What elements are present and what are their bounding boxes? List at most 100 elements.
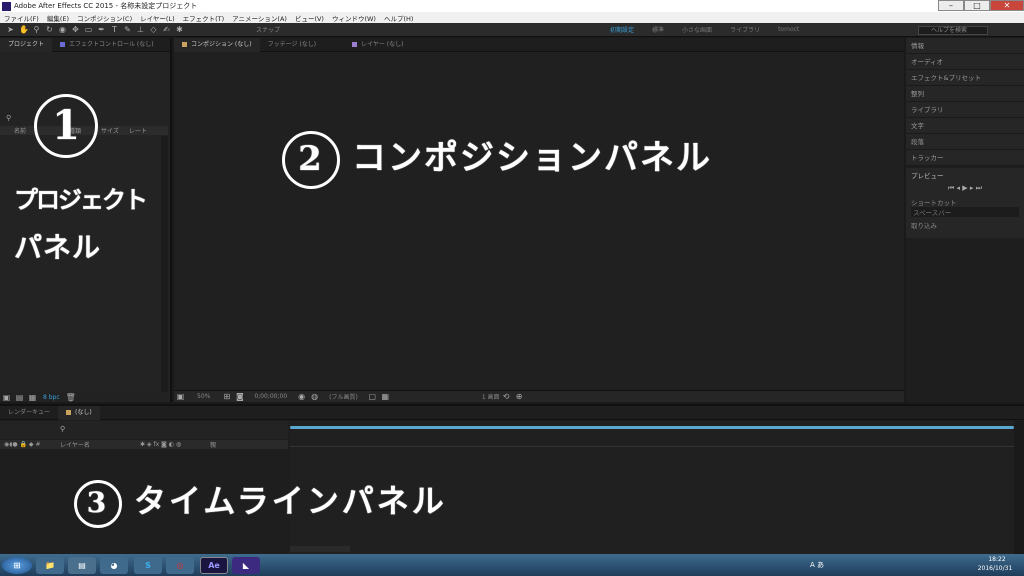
switches-header[interactable]: ✱ ◈ fx ◙ ◐ ◍ <box>140 441 210 448</box>
camera-tool-icon[interactable]: ◉ <box>58 25 67 34</box>
tab-composition[interactable]: コンポジション (なし) <box>174 37 260 52</box>
ime-indicator[interactable]: A あ <box>810 560 824 570</box>
tab-effect-controls[interactable]: エフェクトコントロール (なし) <box>52 38 162 52</box>
type-tool-icon[interactable]: T <box>110 25 119 34</box>
reset-exposure-icon[interactable]: ⟲ <box>502 392 511 401</box>
start-button-icon[interactable]: ⊞ <box>2 557 32 574</box>
3d-view-icon[interactable]: ⊕ <box>515 392 524 401</box>
panel-tracker[interactable]: トラッカー <box>906 150 1024 166</box>
menu-edit[interactable]: 編集(E) <box>43 13 73 23</box>
tab-render-queue[interactable]: レンダーキュー <box>0 406 58 420</box>
new-folder-icon[interactable]: ▤ <box>15 393 24 402</box>
tab-timeline[interactable]: (なし) <box>58 405 100 420</box>
trash-icon[interactable]: 🗑 <box>66 393 76 402</box>
brush-tool-icon[interactable]: ✎ <box>123 25 132 34</box>
zoom-tool-icon[interactable]: ⚲ <box>32 25 41 34</box>
column-rate[interactable]: レート <box>125 126 155 135</box>
clock-time[interactable]: 18:22 <box>975 556 1019 563</box>
parent-header[interactable]: 親 <box>210 440 216 449</box>
timeline-search-icon[interactable]: ⚲ <box>60 425 65 433</box>
view-layout-select[interactable]: 1 画面 <box>482 392 500 401</box>
comp-timecode[interactable]: 0;00;00;00 <box>254 393 287 400</box>
work-area-bar[interactable] <box>290 426 1014 429</box>
bpc-label[interactable]: 8 bpc <box>43 394 60 401</box>
safe-zones-icon[interactable]: ⊞ <box>222 392 231 401</box>
skype-icon[interactable]: S <box>134 557 162 574</box>
menu-composition[interactable]: コンポジション(C) <box>73 13 136 23</box>
workspace-libraries[interactable]: ライブラリ <box>730 25 760 34</box>
time-ruler[interactable] <box>290 439 1014 447</box>
menu-view[interactable]: ビュー(V) <box>291 13 328 23</box>
clock-date[interactable]: 2016/10/31 <box>970 565 1020 572</box>
workspace-custom[interactable]: tomoct <box>778 26 799 33</box>
layer-name-header[interactable]: レイヤー名 <box>60 440 140 449</box>
panel-libraries[interactable]: ライブラリ <box>906 102 1024 118</box>
camera-snapshot-icon[interactable]: ◉ <box>297 392 306 401</box>
minimize-button[interactable]: – <box>938 0 964 11</box>
puppet-tool-icon[interactable]: ✱ <box>175 25 184 34</box>
stamp-tool-icon[interactable]: ⊥ <box>136 25 145 34</box>
new-comp-icon[interactable]: ▦ <box>28 393 37 402</box>
column-size[interactable]: サイズ <box>95 126 125 135</box>
chrome-icon[interactable]: ◕ <box>100 557 128 574</box>
menu-file[interactable]: ファイル(F) <box>0 13 43 23</box>
workspace-default[interactable]: 初期設定 <box>610 25 634 34</box>
search-icon[interactable]: ⚲ <box>6 114 11 122</box>
libraries-icon[interactable]: ▤ <box>68 557 96 574</box>
prev-frame-icon[interactable]: ◂ <box>957 184 961 192</box>
tab-project[interactable]: プロジェクト <box>0 37 53 52</box>
always-preview-icon[interactable]: ▣ <box>176 392 185 401</box>
tab-layer[interactable]: レイヤー (なし) <box>344 38 411 52</box>
after-effects-taskbar-icon[interactable]: Ae <box>200 557 228 574</box>
play-icon[interactable]: ▶ <box>962 184 967 192</box>
explorer-icon[interactable]: 📁 <box>36 557 64 574</box>
menu-effect[interactable]: エフェクト(T) <box>179 13 229 23</box>
panel-align[interactable]: 整列 <box>906 86 1024 102</box>
creative-cloud-icon[interactable]: ◎ <box>166 557 194 574</box>
snapshot-icon[interactable]: ◙ <box>235 392 244 401</box>
help-search-input[interactable]: ヘルプを検索 <box>918 26 988 35</box>
panel-audio[interactable]: オーディオ <box>906 54 1024 70</box>
pen-tool-icon[interactable]: ✒ <box>97 25 106 34</box>
rotate-tool-icon[interactable]: ↻ <box>45 25 54 34</box>
close-button[interactable]: ✕ <box>990 0 1024 11</box>
channel-icon[interactable]: ◍ <box>310 392 319 401</box>
menu-animation[interactable]: アニメーション(A) <box>228 13 291 23</box>
resolution-select[interactable]: (フル画質) <box>329 392 358 401</box>
timeline-scrollbar[interactable] <box>1014 421 1024 556</box>
tab-footage[interactable]: フッテージ (なし) <box>260 38 324 52</box>
interpret-footage-icon[interactable]: ▣ <box>2 393 11 402</box>
region-of-interest-icon[interactable]: ▢ <box>368 392 377 401</box>
hand-tool-icon[interactable]: ✋ <box>19 25 29 34</box>
pan-behind-tool-icon[interactable]: ✥ <box>71 25 80 34</box>
panel-effects-presets[interactable]: エフェクト&プリセット <box>906 70 1024 86</box>
preview-panel: プレビュー ⏮ ◂ ▶ ▸ ⏭ ショートカット スペースバー 取り込み <box>906 168 1024 238</box>
maximize-button[interactable]: □ <box>964 0 990 11</box>
rectangle-tool-icon[interactable]: ▭ <box>84 25 93 34</box>
workspace-standard[interactable]: 標準 <box>652 25 664 34</box>
shortcut-select[interactable]: スペースバー <box>911 207 1019 217</box>
snap-label[interactable]: スナップ <box>256 25 280 34</box>
panel-info[interactable]: 情報 <box>906 38 1024 54</box>
annotation-project-line2: パネル <box>14 231 102 264</box>
selection-tool-icon[interactable]: ➤ <box>6 25 15 34</box>
zoom-level[interactable]: 50% <box>197 393 210 400</box>
menu-layer[interactable]: レイヤー(L) <box>136 13 179 23</box>
media-encoder-icon[interactable]: ◣ <box>232 557 260 574</box>
transparency-grid-icon[interactable]: ▦ <box>381 392 390 401</box>
first-frame-icon[interactable]: ⏮ <box>948 184 954 192</box>
menu-help[interactable]: ヘルプ(H) <box>380 13 417 23</box>
composition-tabbar: コンポジション (なし) フッテージ (なし) レイヤー (なし) <box>174 37 904 52</box>
next-frame-icon[interactable]: ▸ <box>970 184 974 192</box>
panel-character[interactable]: 文字 <box>906 118 1024 134</box>
project-scrollbar[interactable] <box>161 136 168 394</box>
eraser-tool-icon[interactable]: ◇ <box>149 25 158 34</box>
timeline-search-row: ⚲ <box>0 421 288 439</box>
last-frame-icon[interactable]: ⏭ <box>976 184 982 192</box>
av-switches-icon[interactable]: ◉◖● 🔒 ◆ # <box>0 441 60 448</box>
panel-paragraph[interactable]: 段落 <box>906 134 1024 150</box>
workspace-small-screen[interactable]: 小さな画面 <box>682 25 712 34</box>
zoom-slider[interactable] <box>290 546 350 552</box>
menu-window[interactable]: ウィンドウ(W) <box>328 13 380 23</box>
roto-brush-tool-icon[interactable]: ✍ <box>162 25 171 34</box>
